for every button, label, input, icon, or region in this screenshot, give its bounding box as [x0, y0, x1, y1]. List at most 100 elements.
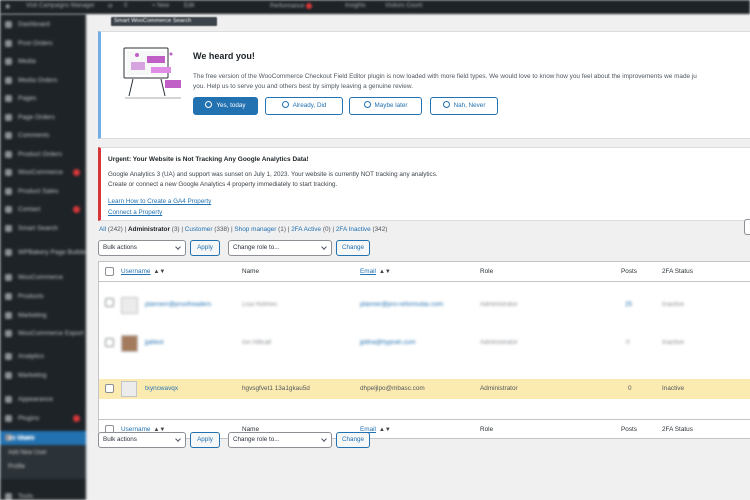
sidebar-item-label: Pages [18, 95, 37, 102]
sidebar-item-label: Tools [18, 493, 34, 500]
row-username[interactable]: plannerr@proofreaders [145, 301, 211, 308]
sidebar-item[interactable]: Comments [0, 129, 86, 143]
change-button-bottom[interactable]: Change [336, 432, 370, 448]
learn-ga4-link[interactable]: Learn How to Create a GA4 Property [108, 198, 211, 205]
filter-all-label: All [99, 226, 107, 233]
sidebar-item[interactable]: Dashboard [0, 18, 86, 32]
filter-customer[interactable]: Customer (338) [185, 226, 229, 233]
column-role-footer: Role [480, 426, 494, 433]
sidebar-item[interactable]: WPBakery Page Builder [0, 246, 86, 260]
sidebar-subitem[interactable]: Add New User [0, 449, 86, 459]
change-role-select-top[interactable]: Change role to... [228, 240, 332, 256]
sidebar-item[interactable]: Marketing [0, 309, 86, 323]
row-name: hgvsgfvet1 13a1gkau5d [242, 385, 310, 392]
thumb-up-icon [205, 101, 213, 108]
column-email[interactable]: Email ▲▼ [360, 268, 391, 275]
sidebar-item[interactable]: Pages [0, 92, 86, 106]
filter-separator: | [124, 226, 127, 233]
row-email[interactable]: planner@pro-reformulas.com [360, 301, 443, 308]
sidebar-item[interactable]: WooCommerce [0, 166, 86, 180]
filter-customer-count: (338) [214, 226, 230, 233]
sidebar-item[interactable]: Tools [0, 490, 86, 500]
sidebar-item[interactable]: Post Orders [0, 37, 86, 51]
sidebar-item-label: Comments [18, 132, 50, 139]
sidebar-item[interactable]: Product Orders [0, 148, 86, 162]
sidebar-item[interactable]: Contact [0, 203, 86, 217]
filter-2fa-active[interactable]: 2FA Active (0) [291, 226, 330, 233]
admin-bar-new[interactable]: + New [152, 3, 169, 11]
sidebar-item-label: Post Orders [18, 40, 53, 47]
sidebar-item[interactable]: Marketing [0, 369, 86, 383]
filter-administrator[interactable]: Administrator (3) [128, 226, 180, 233]
filter-all[interactable]: All (242) [99, 226, 123, 233]
row-email[interactable]: dhpeljlpo@mbasc.com [360, 385, 425, 392]
sidebar-item[interactable]: Product Sales [0, 185, 86, 199]
sidebar-item-label: WPBakery Page Builder [18, 249, 86, 256]
admin-bar-comments-count[interactable]: 0 [124, 3, 127, 11]
table-row[interactable]: plannerr@proofreaders Lisa Holmes planne… [99, 283, 750, 323]
sidebar-subitem[interactable]: Profile [0, 463, 86, 473]
already-did-button[interactable]: Already, Did [265, 97, 343, 115]
admin-bar: ◉ Visit Campaigns Manager ⟳ 0 + New Edit… [0, 0, 750, 14]
admin-bar-insights[interactable]: Insights [345, 3, 366, 11]
sidebar-item[interactable]: Plugins [0, 412, 86, 426]
filter-all-count: (242) [107, 226, 123, 233]
admin-bar-performance[interactable]: Performance [270, 3, 313, 11]
change-role-select-bottom[interactable]: Change role to... [228, 432, 332, 448]
admin-bar-visitors[interactable]: Visitors Count [385, 3, 422, 11]
bulk-actions-select-bottom[interactable]: Bulk actions [98, 432, 186, 448]
change-role-label: Change role to... [233, 436, 280, 443]
filter-2fa-inactive[interactable]: 2FA Inactive (342) [336, 226, 388, 233]
connect-property-link[interactable]: Connect a Property [108, 209, 162, 216]
filter-2fa-inactive-label: 2FA Inactive [335, 226, 371, 233]
row-checkbox[interactable] [105, 298, 114, 307]
sidebar-item[interactable]: WooCommerce Export [0, 327, 86, 341]
table-row[interactable]: jjabkot Ion Hillcall jpbha@hyprah.com Ad… [99, 323, 750, 363]
admin-bar-site-name[interactable]: Visit Campaigns Manager [26, 3, 95, 11]
sidebar-item-label: WooCommerce Export [18, 330, 84, 337]
apply-button-bottom[interactable]: Apply [190, 432, 220, 448]
avatar [121, 335, 138, 352]
bulk-actions-label: Bulk actions [103, 244, 137, 251]
admin-bar-updates-icon[interactable]: ⟳ [108, 3, 113, 11]
wordpress-logo-icon[interactable]: ◉ [5, 3, 10, 11]
maybe-later-button[interactable]: Maybe later [349, 97, 422, 115]
smart-search-label[interactable]: Smart WooCommerce Search [111, 17, 217, 26]
table-row[interactable]: txyncwavqx hgvsgfvet1 13a1gkau5d dhpeljl… [99, 379, 750, 399]
sidebar-item[interactable]: WooCommerce [0, 271, 86, 285]
admin-bar-edit[interactable]: Edit [184, 3, 194, 11]
row-username[interactable]: jjabkot [145, 339, 163, 346]
chevron-down-icon [175, 436, 181, 442]
sidebar-item[interactable]: Page Orders [0, 111, 86, 125]
change-button-top[interactable]: Change [336, 240, 370, 256]
sidebar-item[interactable]: Products [0, 290, 86, 304]
filter-administrator-label: Administrator [128, 226, 170, 233]
bulk-actions-select-top[interactable]: Bulk actions [98, 240, 186, 256]
row-checkbox[interactable] [105, 338, 114, 347]
sidebar-item[interactable]: Media Orders [0, 74, 86, 88]
row-role: Administrator [480, 339, 518, 346]
row-email[interactable]: jpbha@hyprah.com [360, 339, 416, 346]
dismiss-icon [442, 101, 450, 108]
review-notice-title: We heard you! [193, 51, 255, 61]
yes-today-button[interactable]: Yes, today [193, 97, 258, 115]
sidebar-subitem-label: All Users [8, 436, 35, 442]
sidebar-item[interactable]: Media [0, 55, 86, 69]
row-checkbox[interactable] [105, 384, 114, 393]
select-all-checkbox[interactable] [105, 267, 114, 276]
nah-never-button[interactable]: Nah, Never [430, 97, 498, 115]
admin-bar-performance-label: Performance [270, 3, 305, 10]
column-username[interactable]: Username ▲▼ [121, 268, 165, 275]
sidebar-item[interactable]: Analytics [0, 350, 86, 364]
sidebar-item[interactable]: Appearance [0, 393, 86, 407]
chevron-down-icon [321, 244, 327, 250]
sidebar-subitem[interactable]: All Users [0, 435, 86, 445]
sidebar-item-label: Analytics [18, 353, 45, 360]
filter-shop-manager[interactable]: Shop manager (1) [234, 226, 286, 233]
apply-button-top[interactable]: Apply [190, 240, 220, 256]
user-search-input[interactable] [744, 219, 750, 235]
row-posts[interactable]: 25 [625, 301, 632, 308]
sidebar-item[interactable]: Smart Search [0, 222, 86, 236]
row-username[interactable]: txyncwavqx [145, 385, 178, 392]
sidebar-item-label: Appearance [18, 396, 54, 403]
